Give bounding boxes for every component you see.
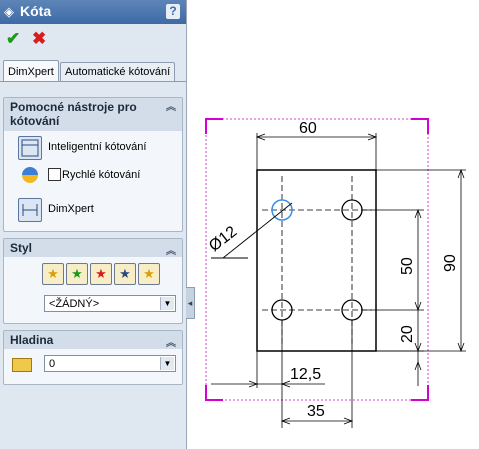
dimension-90[interactable]: 90 bbox=[442, 254, 459, 272]
diameter-label[interactable]: Ø12 bbox=[206, 223, 240, 255]
dimension-20[interactable]: 20 bbox=[399, 325, 416, 343]
dimension-60-lines bbox=[255, 133, 378, 170]
dimension-50[interactable]: 50 bbox=[399, 257, 416, 275]
dimension-60[interactable]: 60 bbox=[299, 120, 317, 137]
dimension-20-lines bbox=[376, 310, 424, 386]
diameter-value: 12 bbox=[216, 223, 241, 247]
part-outline[interactable] bbox=[256, 169, 377, 352]
dimension-35[interactable]: 35 bbox=[307, 403, 325, 420]
dimension-12-5[interactable]: 12,5 bbox=[290, 366, 321, 383]
selection-frame bbox=[205, 118, 429, 401]
drawing-canvas[interactable]: 60 Ø12 50 90 20 12,5 35 bbox=[0, 0, 479, 449]
